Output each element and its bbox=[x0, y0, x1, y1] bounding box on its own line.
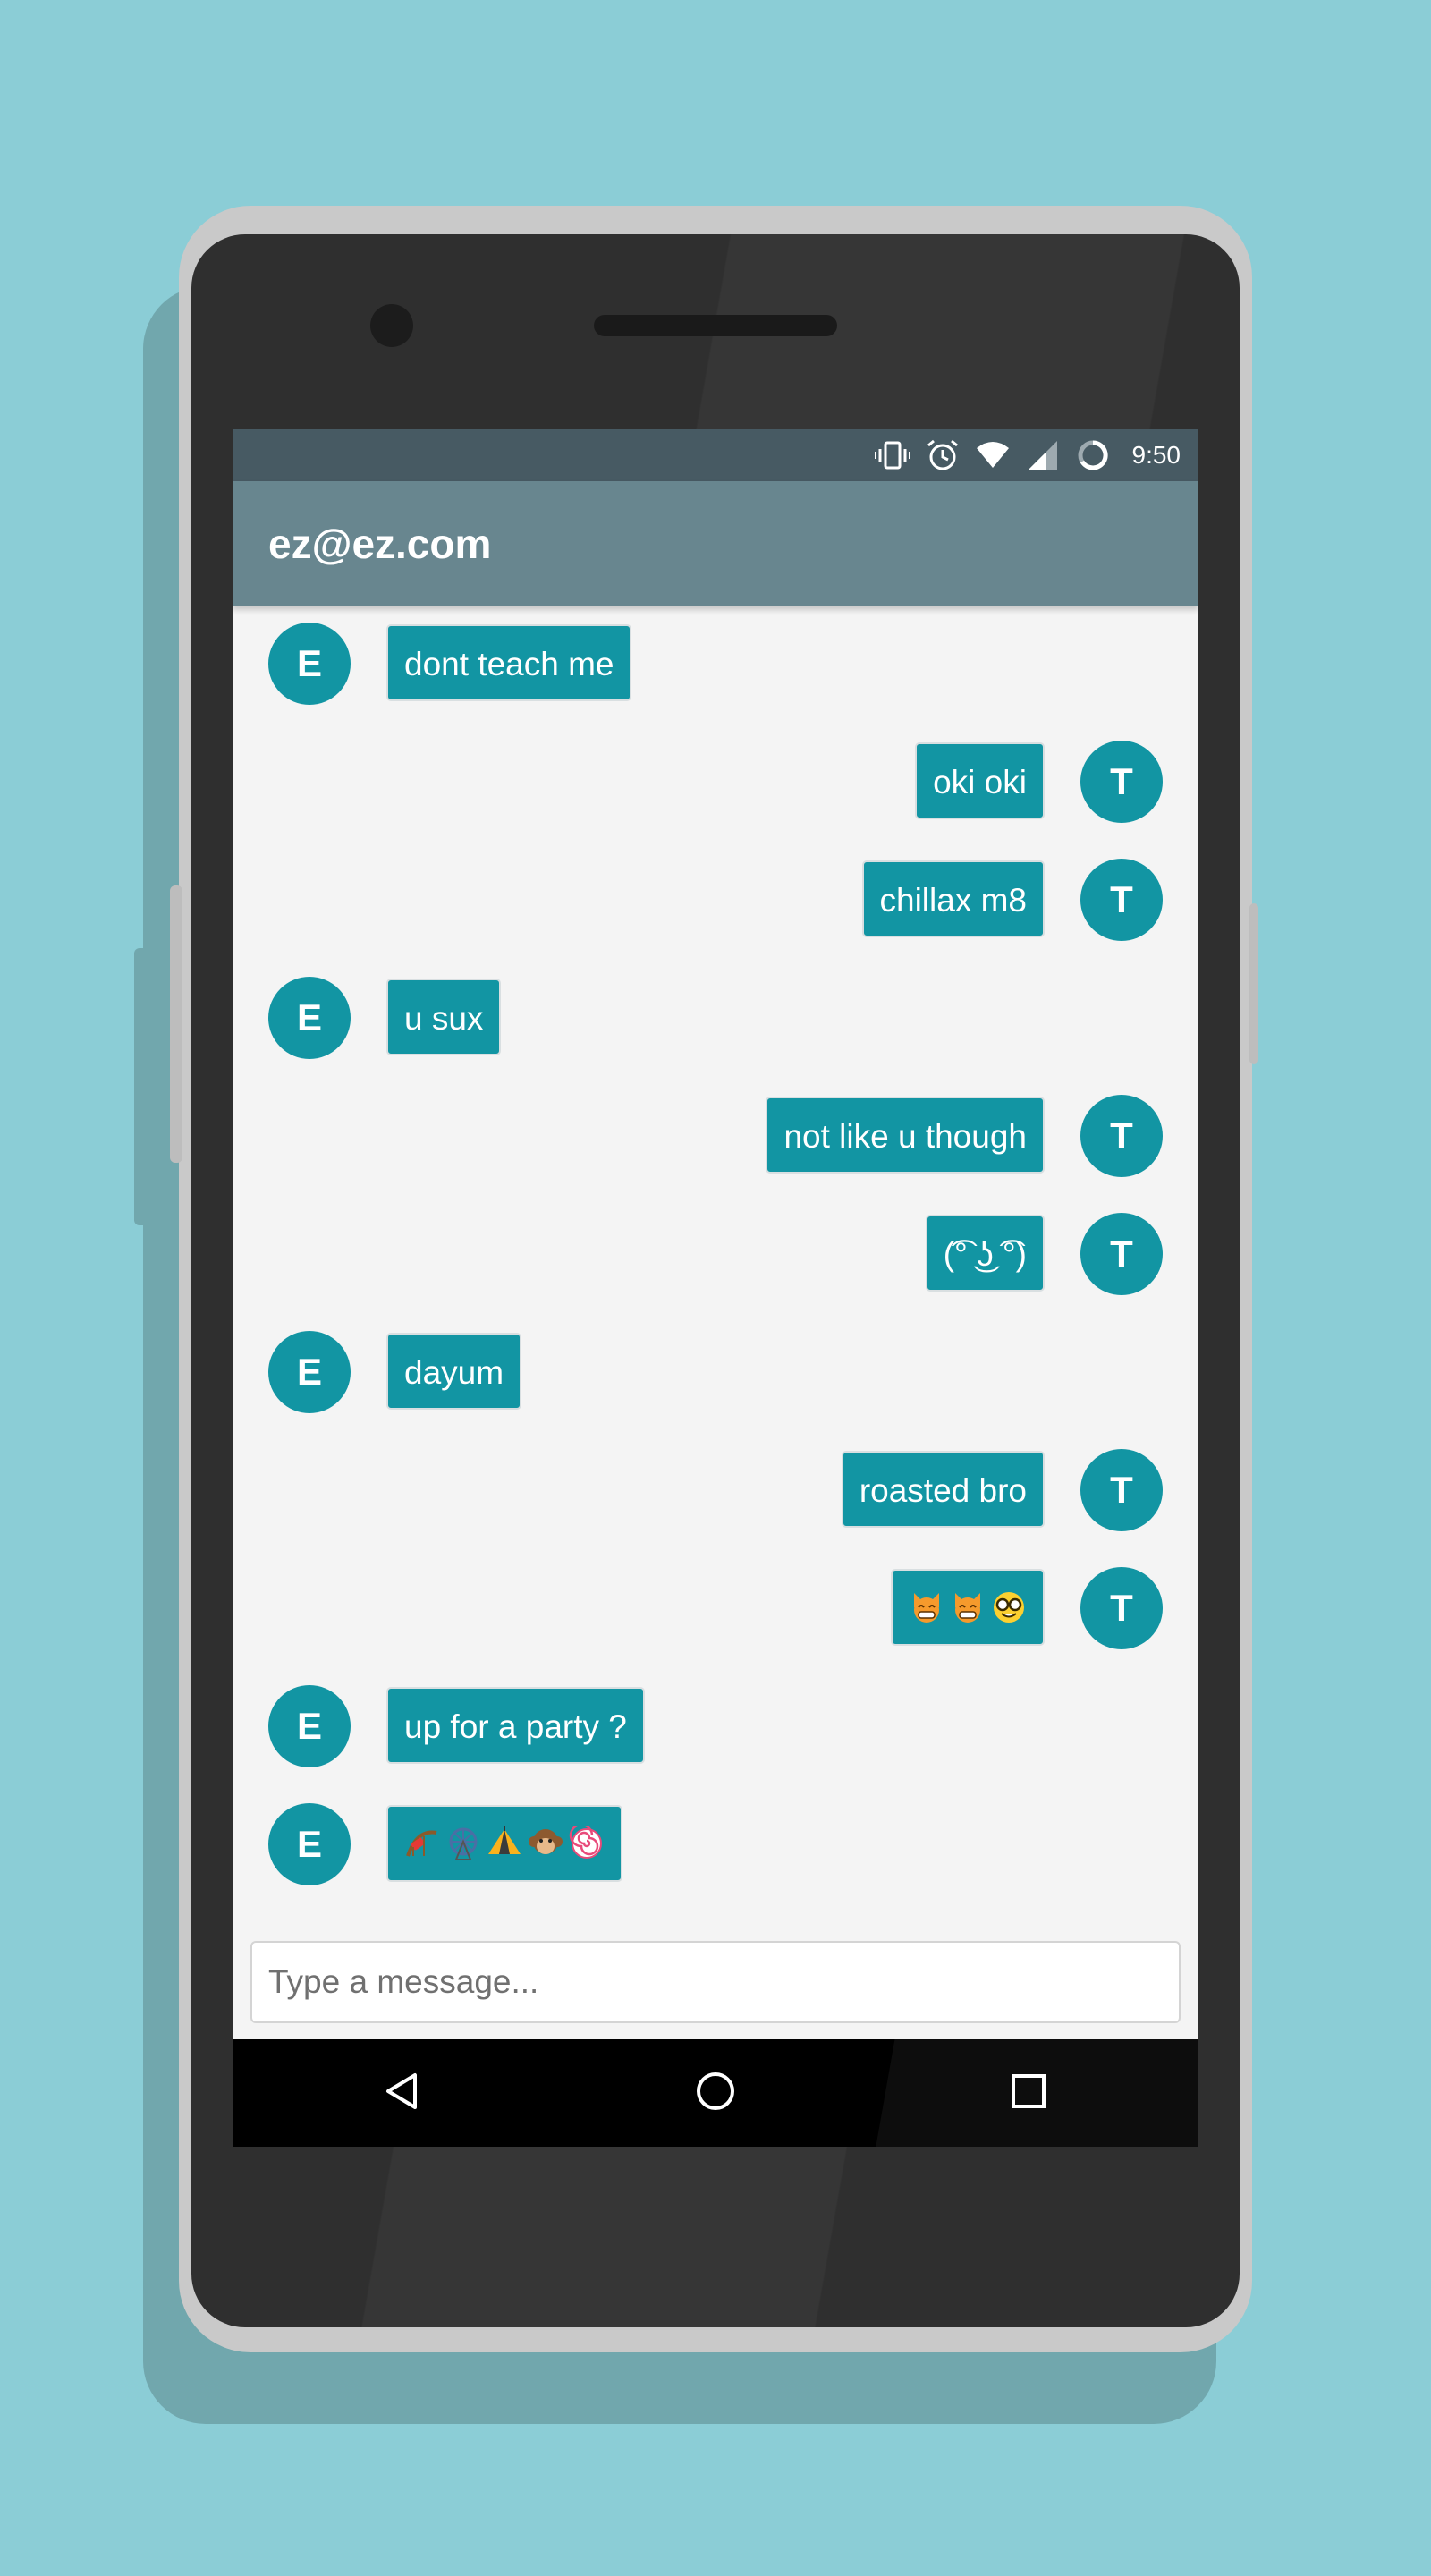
phone-screen: 9:50 ez@ez.com E dont teach me T oki oki… bbox=[233, 429, 1198, 2147]
avatar[interactable]: T bbox=[1080, 1095, 1163, 1177]
app-bar: ez@ez.com bbox=[233, 481, 1198, 606]
back-icon bbox=[381, 2070, 424, 2117]
avatar[interactable]: E bbox=[268, 1685, 351, 1767]
phone-shadow-button bbox=[134, 948, 161, 1225]
back-button[interactable] bbox=[367, 2057, 438, 2129]
message-row: T not like u though bbox=[233, 1095, 1198, 1177]
avatar[interactable]: T bbox=[1080, 1567, 1163, 1649]
message-row: E dont teach me bbox=[233, 623, 1198, 705]
grinning-cat-emoji bbox=[950, 1589, 986, 1625]
conversation-title: ez@ez.com bbox=[268, 521, 492, 567]
message-bubble[interactable]: roasted bro bbox=[841, 1451, 1045, 1528]
lollipop-emoji bbox=[569, 1823, 605, 1861]
cell-signal-icon bbox=[1025, 437, 1061, 473]
message-bubble[interactable]: dayum bbox=[386, 1333, 522, 1410]
alarm-icon bbox=[925, 437, 961, 473]
message-row: E bbox=[233, 1803, 1198, 1885]
message-row: T chillax m8 bbox=[233, 859, 1198, 941]
message-list[interactable]: E dont teach me T oki oki T chillax m8 E… bbox=[233, 606, 1198, 1941]
monkey-emoji bbox=[528, 1826, 563, 1861]
roller-coaster-emoji bbox=[404, 1826, 440, 1861]
recents-button[interactable] bbox=[993, 2057, 1064, 2129]
loading-spinner-icon bbox=[1075, 437, 1111, 473]
emoji-message-bubble[interactable] bbox=[891, 1569, 1045, 1646]
nerd-face-emoji bbox=[991, 1589, 1027, 1625]
message-row: E up for a party ? bbox=[233, 1685, 1198, 1767]
volume-button bbox=[170, 886, 182, 1163]
avatar[interactable]: E bbox=[268, 623, 351, 705]
message-bubble[interactable]: oki oki bbox=[915, 742, 1045, 819]
message-row: T oki oki bbox=[233, 741, 1198, 823]
message-row: E u sux bbox=[233, 977, 1198, 1059]
message-row: E dayum bbox=[233, 1331, 1198, 1413]
circus-tent-emoji bbox=[487, 1826, 522, 1861]
message-input[interactable] bbox=[252, 1943, 1179, 2021]
wifi-icon bbox=[975, 437, 1011, 473]
avatar[interactable]: E bbox=[268, 977, 351, 1059]
avatar[interactable]: T bbox=[1080, 741, 1163, 823]
avatar[interactable]: E bbox=[268, 1803, 351, 1885]
message-bubble[interactable]: (͡° ͜ʖ ͡°) bbox=[925, 1215, 1045, 1292]
message-bubble[interactable]: up for a party ? bbox=[386, 1687, 645, 1764]
navigation-bar bbox=[233, 2039, 1198, 2147]
ferris-wheel-emoji bbox=[445, 1826, 481, 1861]
home-icon bbox=[694, 2070, 737, 2117]
message-composer bbox=[250, 1941, 1181, 2023]
avatar[interactable]: T bbox=[1080, 859, 1163, 941]
emoji-message-bubble[interactable] bbox=[386, 1805, 622, 1882]
avatar[interactable]: T bbox=[1080, 1449, 1163, 1531]
home-button[interactable] bbox=[680, 2057, 751, 2129]
message-row: T bbox=[233, 1567, 1198, 1649]
front-camera bbox=[370, 304, 413, 347]
message-bubble[interactable]: not like u though bbox=[766, 1097, 1045, 1174]
avatar[interactable]: E bbox=[268, 1331, 351, 1413]
message-bubble[interactable]: dont teach me bbox=[386, 624, 632, 701]
message-row: T (͡° ͜ʖ ͡°) bbox=[233, 1213, 1198, 1295]
status-time: 9:50 bbox=[1131, 441, 1181, 469]
status-bar: 9:50 bbox=[233, 429, 1198, 481]
power-button bbox=[1249, 903, 1258, 1064]
avatar[interactable]: T bbox=[1080, 1213, 1163, 1295]
message-bubble[interactable]: u sux bbox=[386, 979, 502, 1055]
status-icons: 9:50 bbox=[874, 429, 1181, 481]
vibrate-icon bbox=[874, 437, 910, 473]
message-row: T roasted bro bbox=[233, 1449, 1198, 1531]
recents-icon bbox=[1007, 2070, 1050, 2117]
message-bubble[interactable]: chillax m8 bbox=[861, 860, 1045, 937]
earpiece-speaker bbox=[594, 315, 837, 336]
grinning-cat-emoji bbox=[909, 1589, 944, 1625]
